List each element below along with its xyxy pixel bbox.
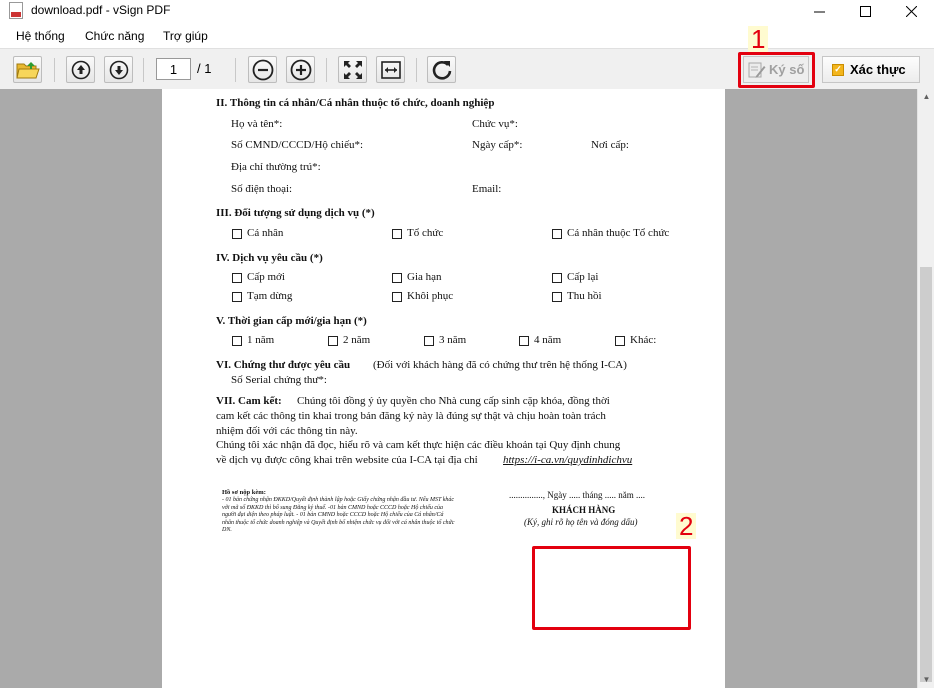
field-position-label: Chức vụ*: xyxy=(472,118,518,130)
option-label: Cấp lại xyxy=(567,271,599,283)
pdf-file-icon xyxy=(9,2,23,19)
checkbox-to-chuc[interactable] xyxy=(392,229,402,239)
fit-width-button[interactable] xyxy=(376,56,405,83)
open-folder-icon xyxy=(15,61,40,78)
checkbox-4-nam[interactable] xyxy=(519,336,529,346)
fit-page-icon xyxy=(343,60,362,79)
option-label: Thu hồi xyxy=(567,290,602,302)
date-line: ..............., Ngày ..... tháng ..... … xyxy=(509,490,645,500)
checkbox-ca-nhan[interactable] xyxy=(232,229,242,239)
verify-button-label: Xác thực xyxy=(850,62,906,77)
option-label: Cá nhân xyxy=(247,227,284,239)
signature-note: (Ký, ghi rõ họ tên và đóng dấu) xyxy=(524,517,638,527)
field-email-label: Email: xyxy=(472,183,502,195)
zoom-out-icon xyxy=(252,59,273,80)
commit-text: về dịch vụ được công khai trên website c… xyxy=(216,454,478,466)
option-label: Tạm dừng xyxy=(247,290,293,302)
commit-text: Chúng tôi đồng ý ủy quyền cho Nhà cung c… xyxy=(297,395,610,407)
callout-2: 2 xyxy=(676,513,697,539)
option-label: 4 năm xyxy=(534,334,562,346)
attach-heading: Hồ sơ nộp kèm: xyxy=(222,489,266,496)
menu-he-thong[interactable]: Hệ thống xyxy=(16,29,65,43)
field-issue-place-label: Nơi cấp: xyxy=(591,139,629,151)
checkbox-2-nam[interactable] xyxy=(328,336,338,346)
arrow-down-circle-icon xyxy=(109,60,128,79)
checkbox-cap-lai[interactable] xyxy=(552,273,562,283)
field-address-label: Địa chỉ thường trú*: xyxy=(231,161,321,173)
checkbox-1-nam[interactable] xyxy=(232,336,242,346)
window-title: download.pdf - vSign PDF xyxy=(31,3,171,17)
commit-text: cam kết các thông tin khai trong bản đăn… xyxy=(216,410,606,422)
checkbox-cap-moi[interactable] xyxy=(232,273,242,283)
option-label: Khác: xyxy=(630,334,657,346)
field-phone-label: Số điện thoại: xyxy=(231,183,293,195)
checkbox-gia-han[interactable] xyxy=(392,273,402,283)
option-label: Gia hạn xyxy=(407,271,442,283)
page-number-input[interactable] xyxy=(156,58,191,80)
vertical-scrollbar[interactable]: ▲ ▼ xyxy=(917,89,934,688)
section-6-note: (Đối với khách hàng đã có chứng thư trên… xyxy=(373,359,627,371)
section-7-heading: VII. Cam kết: xyxy=(216,395,282,407)
option-label: Khôi phục xyxy=(407,290,454,302)
field-id-label: Số CMND/CCCD/Hộ chiếu*: xyxy=(231,139,364,151)
attach-text: - 01 bản chứng nhận ĐKKD/Quyết định thàn… xyxy=(222,497,455,533)
section-2-heading: II. Thông tin cá nhân/Cá nhân thuộc tổ c… xyxy=(216,97,495,109)
option-label: Cấp mới xyxy=(247,271,285,283)
signature-area-highlight xyxy=(532,546,691,630)
title-bar: download.pdf - vSign PDF xyxy=(0,0,934,22)
zoom-in-button[interactable] xyxy=(286,56,315,83)
option-label: 1 năm xyxy=(247,334,275,346)
checkbox-thu-hoi[interactable] xyxy=(552,292,562,302)
zoom-in-icon xyxy=(290,59,311,80)
maximize-icon xyxy=(859,5,871,17)
checkbox-tam-dung[interactable] xyxy=(232,292,242,302)
section-4-heading: IV. Dịch vụ yêu cầu (*) xyxy=(216,252,323,264)
sign-button-highlight xyxy=(738,52,815,88)
option-label: 2 năm xyxy=(343,334,371,346)
customer-title: KHÁCH HÀNG xyxy=(552,505,616,515)
rotate-icon xyxy=(432,60,451,80)
checkbox-ca-nhan-thuoc-to-chuc[interactable] xyxy=(552,229,562,239)
close-icon xyxy=(905,5,917,17)
menu-tro-giup[interactable]: Trợ giúp xyxy=(163,29,208,43)
checkbox-khac[interactable] xyxy=(615,336,625,346)
terms-link[interactable]: https://i-ca.vn/quydinhdichvu xyxy=(503,454,632,466)
option-label: 3 năm xyxy=(439,334,467,346)
open-file-button[interactable] xyxy=(13,56,42,83)
option-label: Cá nhân thuộc Tổ chức xyxy=(567,227,670,239)
scroll-down-icon[interactable]: ▼ xyxy=(921,675,932,684)
page-total-label: / 1 xyxy=(197,61,212,76)
checkmark-icon: ✓ xyxy=(832,63,844,76)
maximize-button[interactable] xyxy=(842,0,888,22)
field-serial-label: Số Serial chứng thư*: xyxy=(231,374,327,386)
commit-text: nhiệm đối với các thông tin này. xyxy=(216,425,358,437)
fit-page-button[interactable] xyxy=(338,56,367,83)
checkbox-3-nam[interactable] xyxy=(424,336,434,346)
fit-width-icon xyxy=(380,60,401,79)
rotate-button[interactable] xyxy=(427,56,456,83)
field-name-label: Họ và tên*: xyxy=(231,118,283,130)
next-page-button[interactable] xyxy=(104,56,133,83)
document-viewer[interactable]: II. Thông tin cá nhân/Cá nhân thuộc tổ c… xyxy=(0,89,934,688)
menu-bar: Hệ thống Chức năng Trợ giúp xyxy=(0,26,934,48)
commit-text: Chúng tôi xác nhận đã đọc, hiểu rõ và ca… xyxy=(216,439,621,451)
scroll-up-icon[interactable]: ▲ xyxy=(921,92,932,101)
section-6-heading: VI. Chứng thư được yêu cầu xyxy=(216,359,351,371)
minimize-icon xyxy=(813,11,825,12)
close-button[interactable] xyxy=(888,0,934,22)
option-label: Tổ chức xyxy=(407,227,444,239)
field-issue-date-label: Ngày cấp*: xyxy=(472,139,523,151)
callout-1: 1 xyxy=(748,26,769,52)
section-5-heading: V. Thời gian cấp mới/gia hạn (*) xyxy=(216,315,367,327)
section-3-heading: III. Đối tượng sử dụng dịch vụ (*) xyxy=(216,207,375,219)
scroll-thumb[interactable] xyxy=(920,267,932,682)
previous-page-button[interactable] xyxy=(66,56,95,83)
menu-chuc-nang[interactable]: Chức năng xyxy=(85,29,144,43)
zoom-out-button[interactable] xyxy=(248,56,277,83)
verify-button[interactable]: ✓ Xác thực xyxy=(822,56,920,83)
minimize-button[interactable] xyxy=(796,0,842,22)
arrow-up-circle-icon xyxy=(71,60,90,79)
checkbox-khoi-phuc[interactable] xyxy=(392,292,402,302)
